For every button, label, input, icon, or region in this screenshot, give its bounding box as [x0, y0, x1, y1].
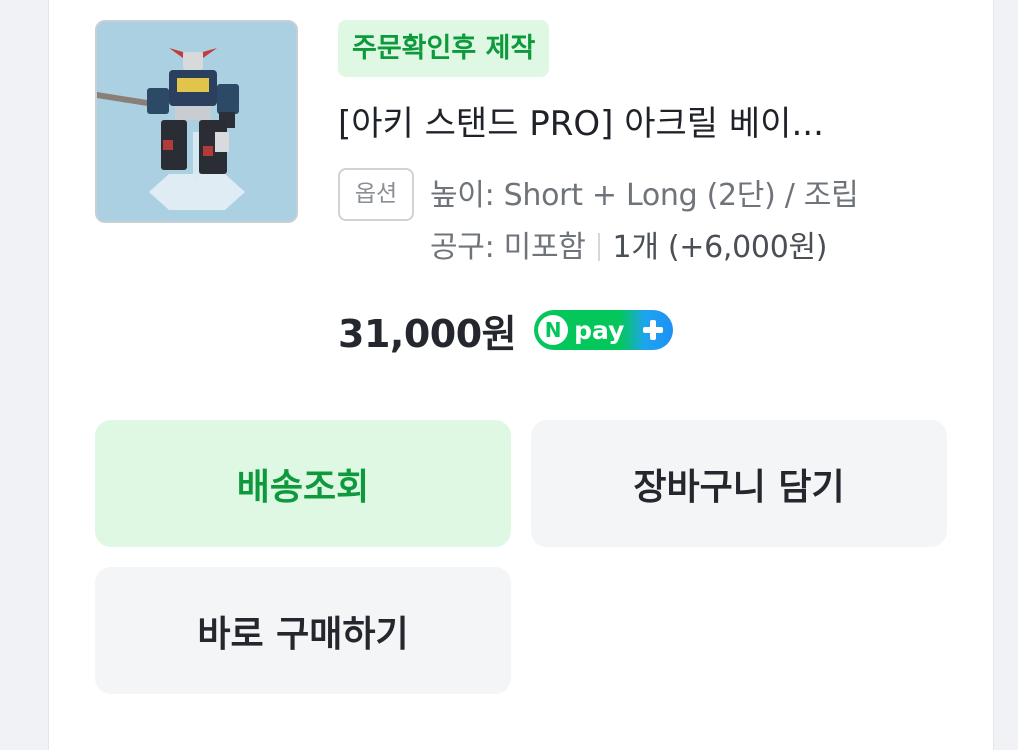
npay-n-icon: N: [538, 315, 569, 345]
robot-figure-image: [97, 22, 296, 221]
product-price: 31,000원: [338, 311, 517, 356]
option-quantity: 1개 (+6,000원): [612, 230, 828, 265]
npay-plus-logo: N pay: [534, 310, 674, 350]
option-description: 높이: Short + Long (2단) / 조립 공구: 미포함 1개 (+6…: [430, 170, 940, 274]
option-tools-text: 공구: 미포함: [430, 230, 586, 265]
track-shipping-button[interactable]: 배송조회: [95, 420, 511, 547]
plus-icon: [639, 316, 667, 344]
option-divider: [597, 233, 600, 261]
buy-now-button[interactable]: 바로 구매하기: [95, 567, 511, 694]
price-row: 31,000원 N pay: [338, 302, 674, 358]
made-to-order-badge: 주문확인후 제작: [338, 20, 550, 77]
product-title[interactable]: [아키 스탠드 PRO] 아크릴 베이...: [338, 100, 938, 148]
option-chip: 옵션: [338, 168, 414, 221]
option-line-height: 높이: Short + Long (2단) / 조립: [430, 178, 859, 213]
option-line-tools: 공구: 미포함 1개 (+6,000원): [430, 222, 940, 274]
product-thumbnail[interactable]: [95, 20, 298, 223]
npay-pay-word: pay: [574, 315, 625, 345]
add-to-cart-button[interactable]: 장바구니 담기: [531, 420, 947, 547]
